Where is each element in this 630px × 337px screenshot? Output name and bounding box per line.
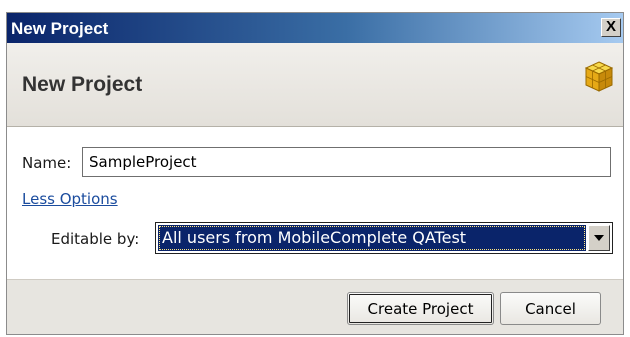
editable-by-label: Editable by: [51, 230, 140, 248]
create-project-button[interactable]: Create Project [347, 292, 494, 325]
editable-by-value[interactable]: All users from MobileComplete QATest [158, 225, 586, 251]
cancel-button[interactable]: Cancel [500, 292, 601, 325]
less-options-link[interactable]: Less Options [22, 190, 118, 208]
title-bar[interactable]: New Project X [7, 13, 623, 43]
name-label: Name: [22, 154, 72, 172]
dialog-footer: Create Project Cancel [7, 279, 623, 334]
window-title: New Project [11, 19, 109, 38]
dialog-header: New Project [7, 43, 623, 127]
page-title: New Project [22, 73, 143, 96]
dropdown-button[interactable] [588, 225, 610, 251]
chevron-down-icon [594, 235, 604, 241]
new-project-dialog: New Project X New Project Name: Less Opt… [6, 12, 624, 335]
project-name-input[interactable] [82, 147, 611, 177]
cube-icon [584, 61, 614, 92]
close-button[interactable]: X [601, 18, 621, 37]
editable-by-select[interactable]: All users from MobileComplete QATest [155, 222, 613, 254]
dialog-body: Name: Less Options Editable by: All user… [7, 127, 623, 279]
